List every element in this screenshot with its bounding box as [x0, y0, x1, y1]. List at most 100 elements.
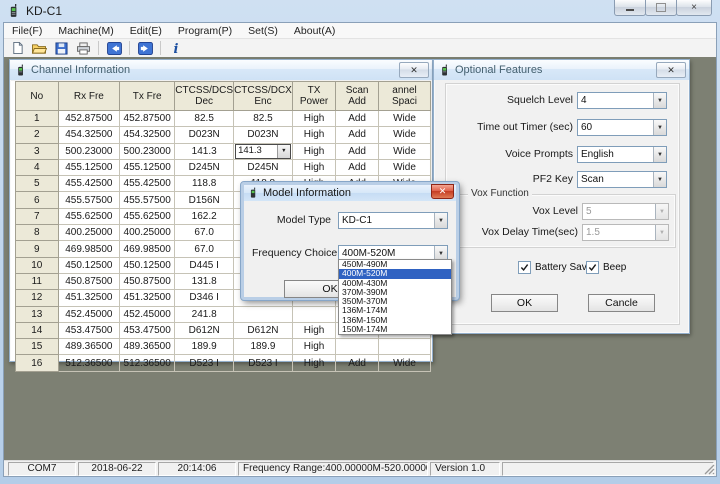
model-dialog-close-icon[interactable]: ✕: [431, 184, 454, 199]
table-cell[interactable]: High: [292, 322, 335, 338]
table-cell[interactable]: 455.57500: [120, 192, 175, 208]
table-cell[interactable]: D612N: [234, 322, 293, 338]
row-number[interactable]: 14: [16, 322, 59, 338]
table-cell[interactable]: 512.36500: [58, 355, 119, 371]
row-number[interactable]: 8: [16, 225, 59, 241]
chevron-down-icon[interactable]: ▼: [434, 213, 447, 228]
table-cell[interactable]: 452.45000: [120, 306, 175, 322]
table-cell[interactable]: 450.12500: [58, 257, 119, 273]
beep-checkbox[interactable]: [586, 261, 599, 274]
row-number[interactable]: 12: [16, 290, 59, 306]
chevron-down-icon[interactable]: ▼: [277, 145, 290, 158]
chevron-down-icon[interactable]: ▼: [655, 204, 668, 219]
table-cell[interactable]: Add: [336, 143, 379, 159]
table-cell[interactable]: [234, 306, 293, 322]
table-cell[interactable]: 451.32500: [120, 290, 175, 306]
menu-item-set[interactable]: Set(S): [240, 23, 286, 38]
table-cell[interactable]: 469.98500: [120, 241, 175, 257]
table-cell[interactable]: D245N: [175, 159, 234, 175]
row-number[interactable]: 7: [16, 208, 59, 224]
table-cell[interactable]: D523 I: [175, 355, 234, 371]
squelch-level-combo[interactable]: 4▼: [577, 92, 667, 109]
table-cell[interactable]: 455.12500: [120, 159, 175, 175]
table-cell[interactable]: 455.62500: [58, 208, 119, 224]
table-cell[interactable]: Wide: [379, 143, 431, 159]
print-icon[interactable]: [74, 40, 92, 56]
table-cell[interactable]: 450.87500: [120, 273, 175, 289]
table-cell[interactable]: 141.3: [175, 143, 234, 159]
table-cell[interactable]: 451.32500: [58, 290, 119, 306]
table-cell[interactable]: 455.42500: [58, 176, 119, 192]
table-cell[interactable]: D156N: [175, 192, 234, 208]
table-cell[interactable]: High: [292, 339, 335, 355]
enc-active-cell-combo[interactable]: 141.3▼: [235, 144, 291, 159]
table-cell[interactable]: 500.23000: [120, 143, 175, 159]
table-cell[interactable]: 450.87500: [58, 273, 119, 289]
chevron-down-icon[interactable]: ▼: [653, 147, 666, 162]
table-cell[interactable]: D245N: [234, 159, 293, 175]
chevron-down-icon[interactable]: ▼: [653, 93, 666, 108]
table-cell[interactable]: Add: [336, 355, 379, 371]
table-cell[interactable]: 455.62500: [120, 208, 175, 224]
time-out-timer-sec-combo[interactable]: 60▼: [577, 119, 667, 136]
table-cell[interactable]: 67.0: [175, 225, 234, 241]
optional-cancel-button[interactable]: Cancle: [588, 294, 655, 312]
table-cell[interactable]: D612N: [175, 322, 234, 338]
table-cell[interactable]: High: [292, 159, 335, 175]
table-cell[interactable]: [336, 339, 379, 355]
table-cell[interactable]: [292, 306, 335, 322]
table-cell[interactable]: Wide: [379, 127, 431, 143]
chevron-down-icon[interactable]: ▼: [655, 225, 668, 240]
optional-window-close-icon[interactable]: ✕: [656, 62, 686, 78]
chevron-down-icon[interactable]: ▼: [653, 172, 666, 187]
menu-item-program[interactable]: Program(P): [170, 23, 240, 38]
table-cell[interactable]: D523 I: [234, 355, 293, 371]
table-cell[interactable]: 453.47500: [58, 322, 119, 338]
table-cell[interactable]: D023N: [234, 127, 293, 143]
table-cell[interactable]: Add: [336, 159, 379, 175]
open-file-icon[interactable]: [30, 40, 48, 56]
table-cell[interactable]: 118.8: [175, 176, 234, 192]
table-cell[interactable]: 400.25000: [120, 225, 175, 241]
write-to-radio-icon[interactable]: [136, 40, 154, 56]
table-cell[interactable]: 455.42500: [120, 176, 175, 192]
resize-grip[interactable]: [704, 464, 715, 475]
row-number[interactable]: 2: [16, 127, 59, 143]
voice-prompts-combo[interactable]: English▼: [577, 146, 667, 163]
vox-level-combo[interactable]: 5▼: [582, 203, 669, 220]
table-cell[interactable]: 82.5: [175, 111, 234, 127]
table-cell[interactable]: Wide: [379, 355, 431, 371]
table-cell[interactable]: [379, 339, 431, 355]
table-cell[interactable]: 452.87500: [120, 111, 175, 127]
new-file-icon[interactable]: [8, 40, 26, 56]
dropdown-option-150m-174m[interactable]: 150M-174M: [339, 325, 451, 334]
table-cell[interactable]: 489.36500: [58, 339, 119, 355]
table-cell[interactable]: 189.9: [175, 339, 234, 355]
read-from-radio-icon[interactable]: [105, 40, 123, 56]
table-cell[interactable]: 454.32500: [120, 127, 175, 143]
table-cell[interactable]: D023N: [175, 127, 234, 143]
optional-ok-button[interactable]: OK: [491, 294, 558, 312]
row-number[interactable]: 6: [16, 192, 59, 208]
table-cell[interactable]: 241.8: [175, 306, 234, 322]
table-cell[interactable]: 141.3▼: [234, 143, 293, 159]
row-number[interactable]: 5: [16, 176, 59, 192]
row-number[interactable]: 3: [16, 143, 59, 159]
table-cell[interactable]: 450.12500: [120, 257, 175, 273]
table-cell[interactable]: D346 I: [175, 290, 234, 306]
menu-item-about[interactable]: About(A): [286, 23, 343, 38]
row-number[interactable]: 15: [16, 339, 59, 355]
row-number[interactable]: 1: [16, 111, 59, 127]
menu-item-edit[interactable]: Edit(E): [122, 23, 170, 38]
table-cell[interactable]: Wide: [379, 159, 431, 175]
row-number[interactable]: 16: [16, 355, 59, 371]
pf2-key-combo[interactable]: Scan▼: [577, 171, 667, 188]
battery-save-checkbox[interactable]: [518, 261, 531, 274]
table-cell[interactable]: 455.57500: [58, 192, 119, 208]
row-number[interactable]: 11: [16, 273, 59, 289]
table-cell[interactable]: High: [292, 143, 335, 159]
channel-window-close-icon[interactable]: ✕: [399, 62, 429, 78]
table-cell[interactable]: Add: [336, 111, 379, 127]
table-cell[interactable]: 454.32500: [58, 127, 119, 143]
table-cell[interactable]: High: [292, 355, 335, 371]
